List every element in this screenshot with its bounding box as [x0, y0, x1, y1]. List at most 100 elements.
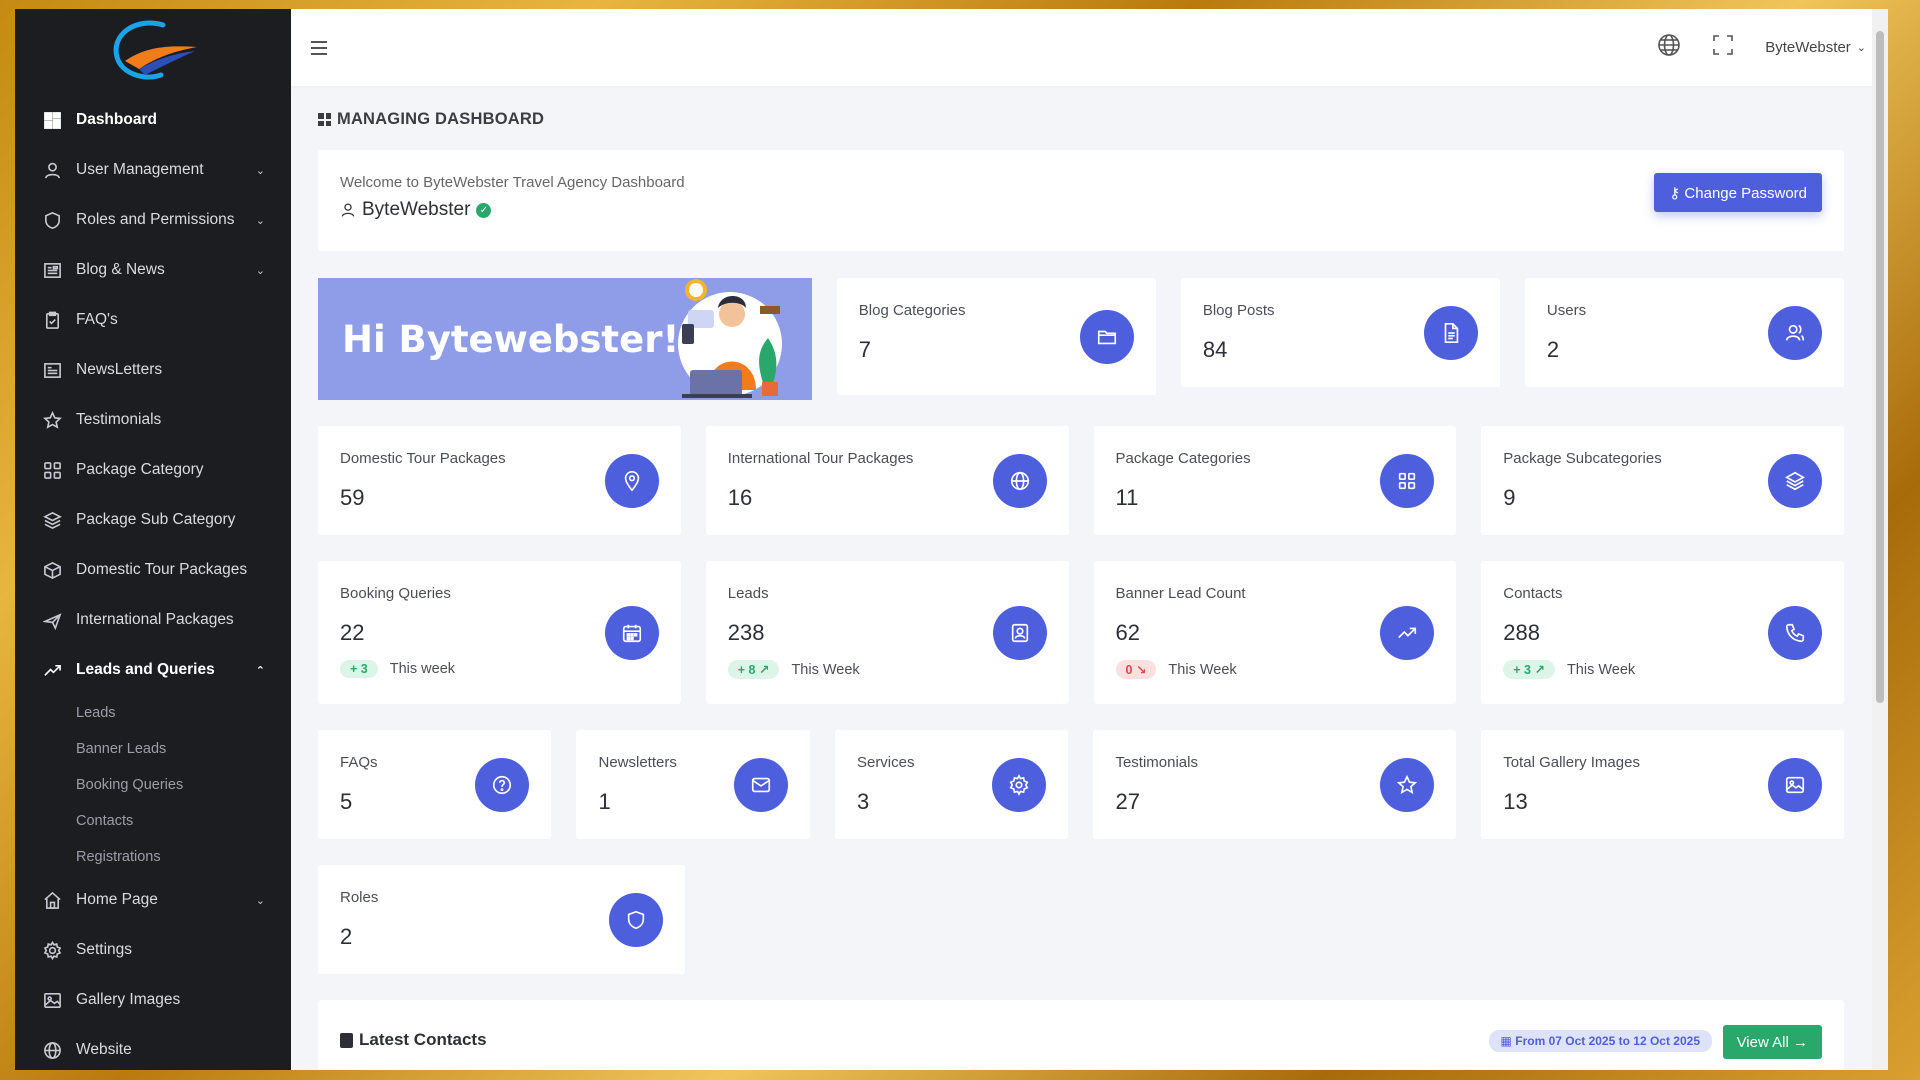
sidebar-item-label: Domestic Tour Packages	[76, 561, 248, 578]
sidebar-item-website[interactable]: Website	[15, 1025, 291, 1070]
sidebar-item-home-page[interactable]: Home Page ⌄	[15, 875, 291, 925]
submenu-item-contacts[interactable]: Contacts	[15, 803, 291, 839]
sidebar-item-label: User Management	[76, 161, 204, 178]
latest-contacts-panel: Latest Contacts ▦ From 07 Oct 2025 to 12…	[318, 1000, 1844, 1070]
stat-card-leads[interactable]: Leads 238 + 8 ↗ This Week	[705, 561, 1069, 704]
globe-icon	[42, 1040, 62, 1060]
map-pin-icon	[604, 453, 659, 508]
stat-card-contacts[interactable]: Contacts 288 + 3 ↗ This Week	[1481, 561, 1844, 704]
stat-card-newsletters[interactable]: Newsletters 1	[576, 730, 810, 839]
sidebar-item-domestic-tour-packages[interactable]: Domestic Tour Packages	[15, 545, 291, 595]
submenu-item-leads[interactable]: Leads	[15, 695, 291, 731]
user-icon	[42, 160, 62, 180]
calendar-icon: ▦	[1500, 1034, 1512, 1048]
sidebar-item-settings[interactable]: Settings	[15, 925, 291, 975]
sidebar-item-newsletters[interactable]: NewsLetters	[15, 345, 291, 395]
stat-card-blog-categories[interactable]: Blog Categories 7	[836, 278, 1156, 395]
trend-period: This Week	[1566, 661, 1636, 678]
stat-card-package-categories[interactable]: Package Categories 11	[1093, 426, 1457, 535]
stat-card-package-subcategories[interactable]: Package Subcategories 9	[1481, 426, 1844, 535]
stat-card-international-tour-packages[interactable]: International Tour Packages 16	[705, 426, 1069, 535]
sidebar-item-faqs[interactable]: FAQ's	[15, 295, 291, 345]
weekly-trend: + 8 ↗ This Week	[727, 660, 1047, 679]
user-menu-name: ByteWebster	[1765, 39, 1851, 56]
newspaper-icon	[42, 260, 62, 280]
stat-label: Banner Lead Count	[1115, 585, 1246, 602]
chevron-down-icon: ⌄	[255, 214, 265, 227]
sidebar-item-label: Website	[76, 1041, 132, 1058]
topbar: ByteWebster ⌄	[291, 9, 1888, 86]
sidebar-item-label: Settings	[76, 941, 133, 958]
main-area: ByteWebster ⌄ MANAGING DASHBOARD Welcome…	[291, 9, 1888, 1070]
stat-label: Contacts	[1503, 585, 1563, 602]
stat-card-booking-queries[interactable]: Booking Queries 22 + 3 This week	[318, 561, 681, 704]
sidebar-item-international-packages[interactable]: International Packages	[15, 595, 291, 645]
grid-icon	[318, 113, 331, 126]
chevron-down-icon: ⌄	[1856, 42, 1866, 54]
sidebar-item-roles[interactable]: Roles and Permissions ⌄	[15, 195, 291, 245]
welcome-user-name: ByteWebster	[362, 199, 471, 220]
chevron-down-icon: ⌄	[255, 894, 265, 907]
stats-row-5: Roles 2	[318, 865, 1844, 974]
plane-icon	[42, 610, 62, 630]
verified-badge-icon: ✓	[476, 202, 492, 218]
stat-card-testimonials[interactable]: Testimonials 27	[1093, 730, 1457, 839]
sidebar-item-dashboard[interactable]: Dashboard	[15, 95, 291, 145]
stat-card-users[interactable]: Users 2	[1524, 278, 1844, 387]
change-password-button[interactable]: ⚷ Change Password	[1654, 173, 1822, 212]
sidebar-item-label: Blog & News	[76, 261, 165, 278]
stat-card-faqs[interactable]: FAQs 5	[318, 730, 552, 839]
trend-badge: + 3	[340, 660, 378, 678]
shield-icon	[42, 210, 62, 230]
person-with-laptop-illustration	[677, 279, 782, 398]
sidebar-item-user-management[interactable]: User Management ⌄	[15, 145, 291, 195]
fullscreen-icon[interactable]	[1711, 33, 1735, 62]
sidebar: Dashboard User Management ⌄ Roles and Pe…	[15, 9, 291, 1070]
trending-icon	[42, 660, 62, 680]
view-all-button[interactable]: View All →	[1722, 1025, 1822, 1059]
stat-card-blog-posts[interactable]: Blog Posts 84	[1180, 278, 1500, 387]
question-icon	[475, 757, 530, 812]
weekly-trend: + 3 ↗ This Week	[1503, 660, 1822, 679]
brand-logo[interactable]	[15, 9, 291, 95]
sidebar-item-label: NewsLetters	[76, 361, 163, 378]
sidebar-item-package-sub-category[interactable]: Package Sub Category	[15, 495, 291, 545]
sidebar-item-label: Dashboard	[76, 111, 157, 128]
stat-card-domestic-tour-packages[interactable]: Domestic Tour Packages 59	[318, 426, 681, 535]
contact-card-icon	[992, 605, 1047, 660]
stat-card-total-gallery-images[interactable]: Total Gallery Images 13	[1481, 730, 1844, 839]
submenu-item-banner-leads[interactable]: Banner Leads	[15, 731, 291, 767]
submenu-item-booking-queries[interactable]: Booking Queries	[15, 767, 291, 803]
stat-card-roles[interactable]: Roles 2	[318, 865, 685, 974]
chevron-up-icon: ⌃	[255, 664, 265, 677]
submenu-item-registrations[interactable]: Registrations	[15, 839, 291, 875]
sidebar-item-testimonials[interactable]: Testimonials	[15, 395, 291, 445]
layers-icon	[42, 510, 62, 530]
calendar-icon	[604, 605, 659, 660]
stat-card-services[interactable]: Services 3	[834, 730, 1069, 839]
language-globe-icon[interactable]	[1657, 33, 1681, 62]
trend-period: This Week	[1168, 661, 1237, 678]
trend-badge: + 8 ↗	[727, 660, 780, 679]
newspaper-icon	[42, 360, 62, 380]
sidebar-item-label: Leads and Queries	[76, 661, 215, 678]
scrollbar[interactable]	[1872, 9, 1888, 1070]
sidebar-item-leads-and-queries[interactable]: Leads and Queries ⌃	[15, 645, 291, 695]
image-icon	[42, 990, 62, 1010]
menu-toggle-icon[interactable]	[311, 37, 333, 59]
sidebar-item-label: International Packages	[76, 611, 234, 628]
trend-up-icon: ↗	[758, 663, 770, 677]
sidebar-item-blog[interactable]: Blog & News ⌄	[15, 245, 291, 295]
user-menu[interactable]: ByteWebster ⌄	[1765, 39, 1866, 56]
star-icon	[1380, 757, 1435, 812]
mail-icon	[733, 757, 788, 812]
stat-card-banner-lead-count[interactable]: Banner Lead Count 62 0 ↘ This Week	[1093, 561, 1457, 704]
sidebar-item-gallery-images[interactable]: Gallery Images	[15, 975, 291, 1025]
globe-icon	[992, 453, 1047, 508]
chevron-down-icon: ⌄	[255, 164, 265, 177]
sidebar-item-label: Package Category	[76, 461, 204, 478]
sidebar-item-package-category[interactable]: Package Category	[15, 445, 291, 495]
scrollbar-thumb[interactable]	[1876, 31, 1884, 703]
apps-icon	[42, 460, 62, 480]
sidebar-item-label: Package Sub Category	[76, 511, 236, 528]
